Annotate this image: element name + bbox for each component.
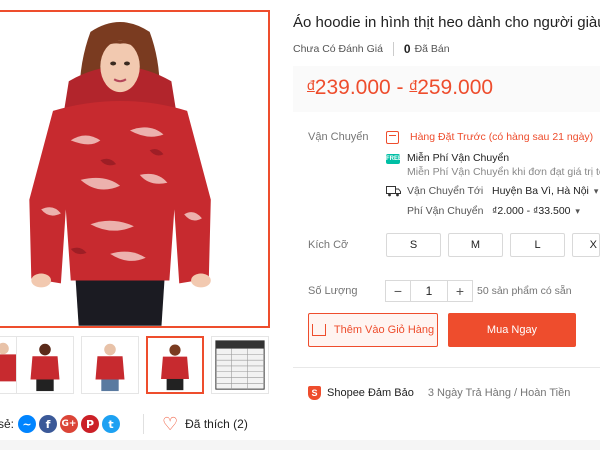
thumbnail-4[interactable] — [146, 336, 204, 394]
rating-status[interactable]: Chưa Có Đánh Giá — [293, 43, 383, 55]
free-shipping-desc: Miễn Phí Vận Chuyển khi đơn đạt giá trị … — [407, 166, 600, 178]
quantity-input[interactable]: 1 — [410, 281, 448, 301]
guarantee-desc: 3 Ngày Trả Hàng / Hoàn Tiền — [427, 387, 571, 399]
share-divider — [143, 414, 144, 434]
chevron-down-icon: ▾ — [593, 186, 599, 196]
size-option-l[interactable]: L — [510, 233, 565, 257]
add-to-cart-button[interactable]: Thêm Vào Giỏ Hàng — [308, 313, 438, 347]
pinterest-icon[interactable]: P — [81, 415, 100, 433]
sold-label: Đã Bán — [414, 43, 450, 55]
heart-icon: ♡ — [162, 414, 179, 434]
size-option-x[interactable]: X — [572, 233, 600, 257]
section-divider — [293, 367, 600, 368]
quantity-label: Số Lượng — [308, 285, 358, 297]
ship-to-label: Vận Chuyển Tới — [407, 185, 484, 197]
ship-to-location: Huyện Ba Vì, Hà Nội — [492, 185, 589, 197]
like-count: Đã thích (2) — [185, 417, 248, 431]
share-label: sẻ: — [0, 417, 15, 431]
price-box: đ239.000 - đ259.000 — [293, 66, 600, 112]
twitter-icon[interactable]: t — [102, 415, 121, 433]
stock-available: 50 sản phẩm có sẵn — [477, 285, 572, 297]
size-option-m[interactable]: M — [448, 233, 503, 257]
add-to-cart-label: Thêm Vào Giỏ Hàng — [333, 324, 435, 336]
meta-divider — [392, 42, 394, 56]
price-min: 239.000 — [314, 76, 391, 99]
shopee-guarantee[interactable]: S Shopee Đảm Bảo 3 Ngày Trả Hàng / Hoàn … — [308, 386, 570, 400]
product-title: Áo hoodie in hình thịt heo dành cho ngườ… — [293, 14, 600, 31]
main-product-image[interactable] — [0, 10, 270, 328]
chevron-down-icon: ▾ — [575, 206, 580, 216]
thumbnail-3[interactable] — [81, 336, 139, 394]
ship-fee-range: ₫2.000 - ₫33.500 — [492, 205, 571, 217]
shipping-label: Vận Chuyển — [308, 131, 369, 143]
free-shipping-icon: FREE — [386, 154, 403, 164]
thumbnail-strip — [0, 336, 274, 396]
buy-now-button[interactable]: Mua Ngay — [448, 313, 576, 347]
product-meta: Chưa Có Đánh Giá 0 Đã Bán — [293, 42, 450, 56]
ship-to-value[interactable]: Huyện Ba Vì, Hà Nội ▾ — [492, 185, 598, 197]
page-bottom-band — [0, 440, 600, 450]
messenger-icon[interactable]: ~ — [18, 415, 37, 433]
free-shipping-title: Miễn Phí Vận Chuyển — [407, 152, 510, 164]
quantity-stepper: − 1 + — [385, 280, 473, 302]
ship-fee-label: Phí Vận Chuyển — [407, 205, 484, 217]
ship-fee-value[interactable]: ₫2.000 - ₫33.500 ▾ — [492, 205, 580, 217]
calendar-icon — [386, 131, 399, 144]
facebook-icon[interactable]: f — [39, 415, 58, 433]
thumbnail-2[interactable] — [16, 336, 74, 394]
price-max: 259.000 — [417, 76, 494, 99]
guarantee-title: Shopee Đảm Bảo — [327, 387, 414, 399]
google-plus-icon[interactable]: G+ — [60, 415, 79, 433]
cart-icon — [311, 324, 326, 336]
like-button[interactable]: ♡ Đã thích (2) — [162, 412, 248, 436]
quantity-decrease-button[interactable]: − — [386, 281, 410, 301]
truck-icon — [386, 186, 401, 197]
shield-icon: S — [308, 386, 321, 400]
size-label: Kích Cỡ — [308, 239, 349, 251]
price-range: đ239.000 - đ259.000 — [307, 76, 493, 100]
sold-count: 0 — [403, 42, 411, 56]
price-separator: - — [390, 76, 410, 99]
size-option-s[interactable]: S — [386, 233, 441, 257]
preorder-notice: Hàng Đặt Trước (có hàng sau 21 ngày) — [410, 131, 594, 143]
hoodie-model-photo — [0, 12, 268, 326]
quantity-increase-button[interactable]: + — [448, 281, 472, 301]
share-row: sẻ: ~ f G+ P t — [0, 412, 123, 436]
thumbnail-size-chart[interactable] — [211, 336, 269, 394]
currency-symbol-min: đ — [307, 77, 315, 93]
